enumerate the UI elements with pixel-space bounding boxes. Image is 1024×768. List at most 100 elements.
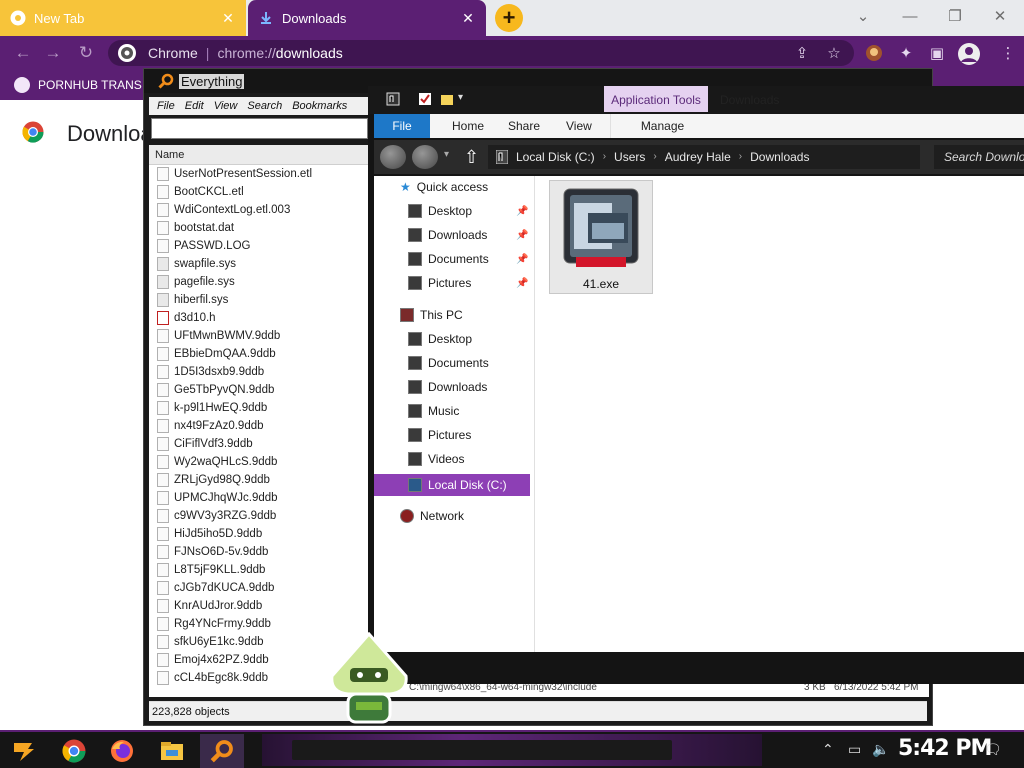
nav-qa-pictures[interactable]: Pictures 📌 (408, 272, 528, 294)
breadcrumb-item[interactable]: Local Disk (C:) (516, 145, 595, 169)
nav-qa-documents[interactable]: Documents 📌 (408, 248, 528, 270)
menu-kebab-icon[interactable]: ⋮ (998, 44, 1018, 64)
result-row[interactable]: c9WV3y3RZG.9ddb (149, 507, 371, 525)
result-row[interactable]: nx4t9FzAz0.9ddb (149, 417, 371, 435)
breadcrumb-item[interactable]: Downloads (750, 145, 809, 169)
nav-qa-desktop[interactable]: Desktop 📌 (408, 200, 528, 222)
start-button[interactable] (2, 734, 46, 768)
nav-pc-desktop[interactable]: Desktop (408, 328, 472, 350)
column-header-name[interactable]: Name (149, 145, 371, 165)
search-downloads-input[interactable]: Search Downloads (934, 145, 1024, 169)
result-row[interactable]: bootstat.dat (149, 219, 371, 237)
omnibox[interactable]: Chrome | chrome:// downloads (108, 40, 854, 66)
result-row[interactable]: ZRLjGyd98Q.9ddb (149, 471, 371, 489)
close-icon[interactable]: ✕ (460, 10, 476, 27)
result-row[interactable]: KnrAUdJror.9ddb (149, 597, 371, 615)
results-list[interactable]: UserNotPresentSession.etl BootCKCL.etl Wdi… (149, 165, 371, 697)
nav-quick-access[interactable]: ★ Quick access (400, 176, 488, 198)
chevron-down-icon[interactable]: ▾ (458, 92, 472, 106)
nav-network[interactable]: Network (400, 505, 464, 527)
result-row[interactable]: BootCKCL.etl (149, 183, 371, 201)
tab-downloads[interactable]: Downloads ✕ (248, 0, 486, 36)
menu-search[interactable]: Search (247, 97, 282, 115)
new-tab-button[interactable]: + (495, 4, 523, 32)
network-tray-icon[interactable]: ▭ (848, 741, 861, 758)
tab-share[interactable]: Share (494, 114, 554, 138)
file-list-pane[interactable]: 41.exe (535, 176, 1024, 652)
recent-locations-chevron-icon[interactable]: ▾ (444, 149, 449, 160)
up-arrow-icon[interactable]: ⇧ (464, 147, 479, 168)
search-input[interactable] (151, 118, 368, 139)
avatar[interactable] (958, 43, 980, 65)
result-row[interactable]: CiFiflVdf3.9ddb (149, 435, 371, 453)
back-arrow-icon[interactable]: ← (12, 42, 34, 64)
result-row[interactable]: Rg4YNcFrmy.9ddb (149, 615, 371, 633)
profile-extension-icon[interactable] (864, 44, 884, 64)
result-row[interactable]: 1D5I3dsxb9.9ddb (149, 363, 371, 381)
new-folder-icon[interactable] (440, 92, 454, 106)
result-row[interactable]: HiJd5iho5D.9ddb (149, 525, 371, 543)
nav-this-pc[interactable]: This PC (400, 304, 463, 326)
taskbar-everything[interactable] (200, 734, 244, 768)
result-row[interactable]: FJNsO6D-5v.9ddb (149, 543, 371, 561)
result-row[interactable]: hiberfil.sys (149, 291, 371, 309)
properties-icon[interactable] (418, 92, 432, 106)
result-row[interactable]: pagefile.sys (149, 273, 371, 291)
extensions-puzzle-icon[interactable]: ✦ (896, 44, 916, 64)
menu-bookmarks[interactable]: Bookmarks (292, 97, 347, 115)
share-icon[interactable]: ⇪ (792, 44, 812, 64)
volume-icon[interactable]: 🔈 (872, 741, 889, 758)
nav-pc-downloads[interactable]: Downloads (408, 376, 487, 398)
close-icon[interactable]: ✕ (220, 10, 236, 27)
result-row[interactable]: UPMCJhqWJc.9ddb (149, 489, 371, 507)
nav-qa-downloads[interactable]: Downloads 📌 (408, 224, 528, 246)
result-row[interactable]: PASSWD.LOG (149, 237, 371, 255)
result-row[interactable]: UserNotPresentSession.etl (149, 165, 371, 183)
taskbar-search-field[interactable] (292, 740, 672, 760)
result-row[interactable]: WdiContextLog.etl.003 (149, 201, 371, 219)
taskbar-clock[interactable]: 5:42 PM (898, 736, 992, 761)
nav-pc-music[interactable]: Music (408, 400, 459, 422)
star-icon[interactable]: ☆ (824, 44, 844, 64)
menu-file[interactable]: File (157, 97, 175, 115)
tab-manage[interactable]: Manage (610, 114, 714, 138)
result-row[interactable]: L8T5jF9KLL.9ddb (149, 561, 371, 579)
file-item[interactable]: 41.exe (549, 180, 653, 294)
chevron-down-icon[interactable]: ⌄ (851, 6, 875, 28)
taskbar-firefox[interactable] (100, 734, 144, 768)
nav-pc-documents[interactable]: Documents (408, 352, 489, 374)
nav-pc-pictures[interactable]: Pictures (408, 424, 471, 446)
back-button[interactable] (380, 145, 406, 169)
forward-arrow-icon[interactable]: → (42, 42, 64, 64)
tab-file[interactable]: File (374, 114, 430, 138)
side-panel-icon[interactable]: ▣ (927, 44, 947, 64)
result-row[interactable]: d3d10.h (149, 309, 371, 327)
result-row[interactable]: EBbieDmQAA.9ddb (149, 345, 371, 363)
tab-home[interactable]: Home (438, 114, 498, 138)
forward-button[interactable] (412, 145, 438, 169)
nav-local-disk-c[interactable]: Local Disk (C:) (374, 474, 530, 496)
tab-view[interactable]: View (552, 114, 606, 138)
address-bar[interactable]: Local Disk (C:) › Users › Audrey Hale › … (488, 145, 920, 169)
result-row[interactable]: cJGb7dKUCA.9ddb (149, 579, 371, 597)
reload-icon[interactable]: ↻ (75, 42, 97, 64)
result-row[interactable]: k-p9l1HwEQ.9ddb (149, 399, 371, 417)
close-window-button[interactable]: ✕ (988, 6, 1012, 28)
notifications-icon[interactable]: 🗨 (984, 741, 1002, 758)
result-row[interactable]: Ge5TbPyvQN.9ddb (149, 381, 371, 399)
result-row[interactable]: UFtMwnBWMV.9ddb (149, 327, 371, 345)
breadcrumb-item[interactable]: Audrey Hale (665, 145, 731, 169)
chevron-up-icon[interactable]: ⌃ (822, 741, 834, 758)
result-row[interactable]: swapfile.sys (149, 255, 371, 273)
bookmark-item[interactable]: PORNHUB TRANS (14, 77, 142, 93)
menu-edit[interactable]: Edit (185, 97, 204, 115)
tab-new-tab[interactable]: New Tab ✕ (0, 0, 246, 36)
menu-view[interactable]: View (214, 97, 238, 115)
restore-button[interactable]: ❐ (943, 6, 967, 28)
minimize-button[interactable]: — (898, 6, 922, 28)
result-row[interactable]: Wy2waQHLcS.9ddb (149, 453, 371, 471)
nav-pc-videos[interactable]: Videos (408, 448, 464, 470)
taskbar-chrome[interactable] (52, 734, 96, 768)
taskbar-file-explorer[interactable] (150, 734, 194, 768)
breadcrumb-item[interactable]: Users (614, 145, 645, 169)
